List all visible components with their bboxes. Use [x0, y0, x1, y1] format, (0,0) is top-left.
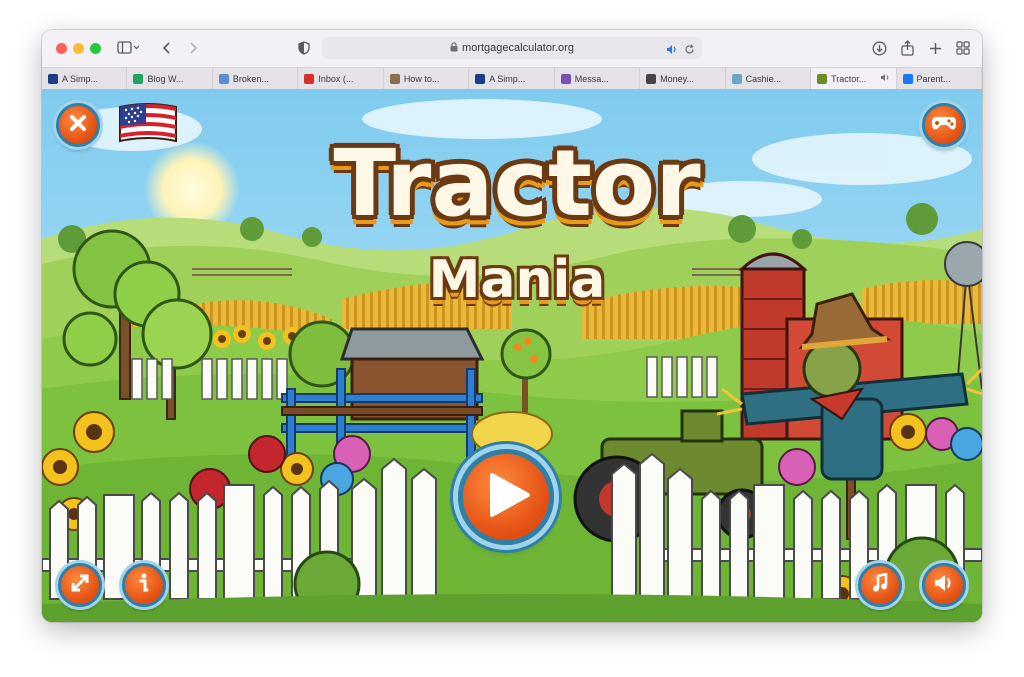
browser-tab-label: Messa...: [574, 73, 609, 84]
browser-tab[interactable]: Messa...: [555, 68, 641, 89]
browser-tab-label: How to...: [403, 73, 440, 84]
browser-tab[interactable]: Broken...: [213, 68, 299, 89]
paypal-icon: [475, 73, 486, 84]
browser-tab-label: Tractor...: [831, 73, 867, 84]
game-title: Tractor: [333, 130, 701, 237]
browser-window: mortgagecalculator.org A Simp... Blog W..…: [42, 30, 982, 622]
fullscreen-icon: [70, 573, 90, 598]
game-canvas[interactable]: Tractor Mania: [42, 89, 982, 622]
browser-toolbar: mortgagecalculator.org: [42, 30, 982, 67]
browser-tab-label: Broken...: [232, 73, 269, 84]
close-button[interactable]: [56, 103, 100, 147]
url-text: mortgagecalculator.org: [462, 42, 574, 54]
close-window-button[interactable]: [56, 43, 67, 54]
browser-tab-label: Money...: [660, 73, 695, 84]
tab-overview-icon[interactable]: [954, 39, 972, 57]
browser-tab[interactable]: A Simp...: [469, 68, 555, 89]
tab-bar: A Simp... Blog W... Broken... Inbox (... How…: [42, 67, 982, 90]
music-icon: [871, 571, 889, 598]
music-button[interactable]: [858, 563, 902, 607]
speaker-icon: [933, 574, 955, 597]
browser-tab[interactable]: A Simp...: [42, 68, 128, 89]
play-icon: [488, 471, 532, 524]
browser-tab[interactable]: How to...: [384, 68, 470, 89]
address-bar[interactable]: mortgagecalculator.org: [322, 37, 702, 59]
play-button[interactable]: [458, 449, 554, 545]
info-icon: [138, 573, 150, 598]
game-logo: Tractor Mania: [282, 129, 752, 339]
sidebar-icon[interactable]: [114, 39, 142, 57]
tab-audio-icon[interactable]: [880, 73, 890, 84]
browser-tab-label: Parent...: [916, 73, 951, 84]
forward-icon[interactable]: [184, 39, 202, 57]
lock-icon: [450, 39, 458, 57]
browser-tab[interactable]: Money...: [640, 68, 726, 89]
browser-tab-label: Cashie...: [745, 73, 782, 84]
us-flag-icon[interactable]: [116, 101, 180, 145]
browser-tab[interactable]: Parent...: [897, 68, 982, 89]
browser-tab[interactable]: Tractor...: [811, 68, 897, 89]
minimize-window-button[interactable]: [73, 43, 84, 54]
browser-tab[interactable]: Cashie...: [726, 68, 812, 89]
more-games-button[interactable]: [922, 103, 966, 147]
gamepad-icon: [931, 114, 957, 137]
download-icon[interactable]: [870, 39, 888, 57]
back-icon[interactable]: [158, 39, 176, 57]
paypal-icon: [48, 73, 58, 84]
browser-tab[interactable]: Inbox (...: [298, 68, 384, 89]
sheets-icon: [133, 73, 144, 84]
broken-link-icon: [218, 73, 229, 84]
facebook-icon: [902, 73, 913, 84]
browser-tab-label: Inbox (...: [318, 73, 354, 84]
howto-icon: [389, 73, 400, 84]
share-icon[interactable]: [898, 39, 916, 57]
cashier-icon: [731, 73, 742, 84]
browser-tab-label: A Simp...: [62, 73, 99, 84]
message-icon: [560, 73, 571, 84]
calculator-icon: [646, 73, 657, 84]
reload-icon[interactable]: [684, 42, 695, 60]
tractor-icon: [817, 73, 828, 84]
info-button[interactable]: [122, 563, 166, 607]
close-icon: [69, 114, 87, 137]
new-tab-icon[interactable]: [926, 39, 944, 57]
audio-playing-icon[interactable]: [666, 42, 678, 60]
privacy-shield-icon[interactable]: [296, 39, 312, 57]
browser-tab-label: A Simp...: [489, 73, 526, 84]
game-subtitle: Mania: [428, 250, 606, 310]
sound-button[interactable]: [922, 563, 966, 607]
zoom-window-button[interactable]: [90, 43, 101, 54]
gmail-icon: [304, 73, 315, 84]
browser-tab-label: Blog W...: [147, 73, 184, 84]
browser-tab[interactable]: Blog W...: [127, 68, 213, 89]
fullscreen-button[interactable]: [58, 563, 102, 607]
